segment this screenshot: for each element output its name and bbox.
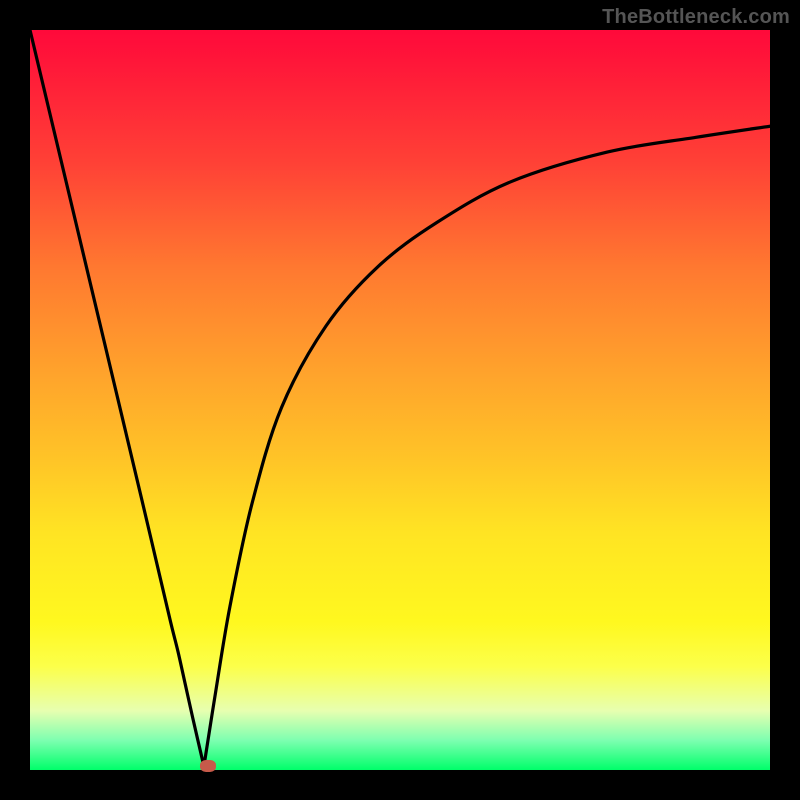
plot-area [30,30,770,770]
chart-frame: TheBottleneck.com [0,0,800,800]
curve-right-branch [204,126,770,766]
minimum-marker [200,760,216,772]
curve-left-branch [30,30,204,766]
curve-svg [30,30,770,770]
watermark-text: TheBottleneck.com [602,6,790,29]
